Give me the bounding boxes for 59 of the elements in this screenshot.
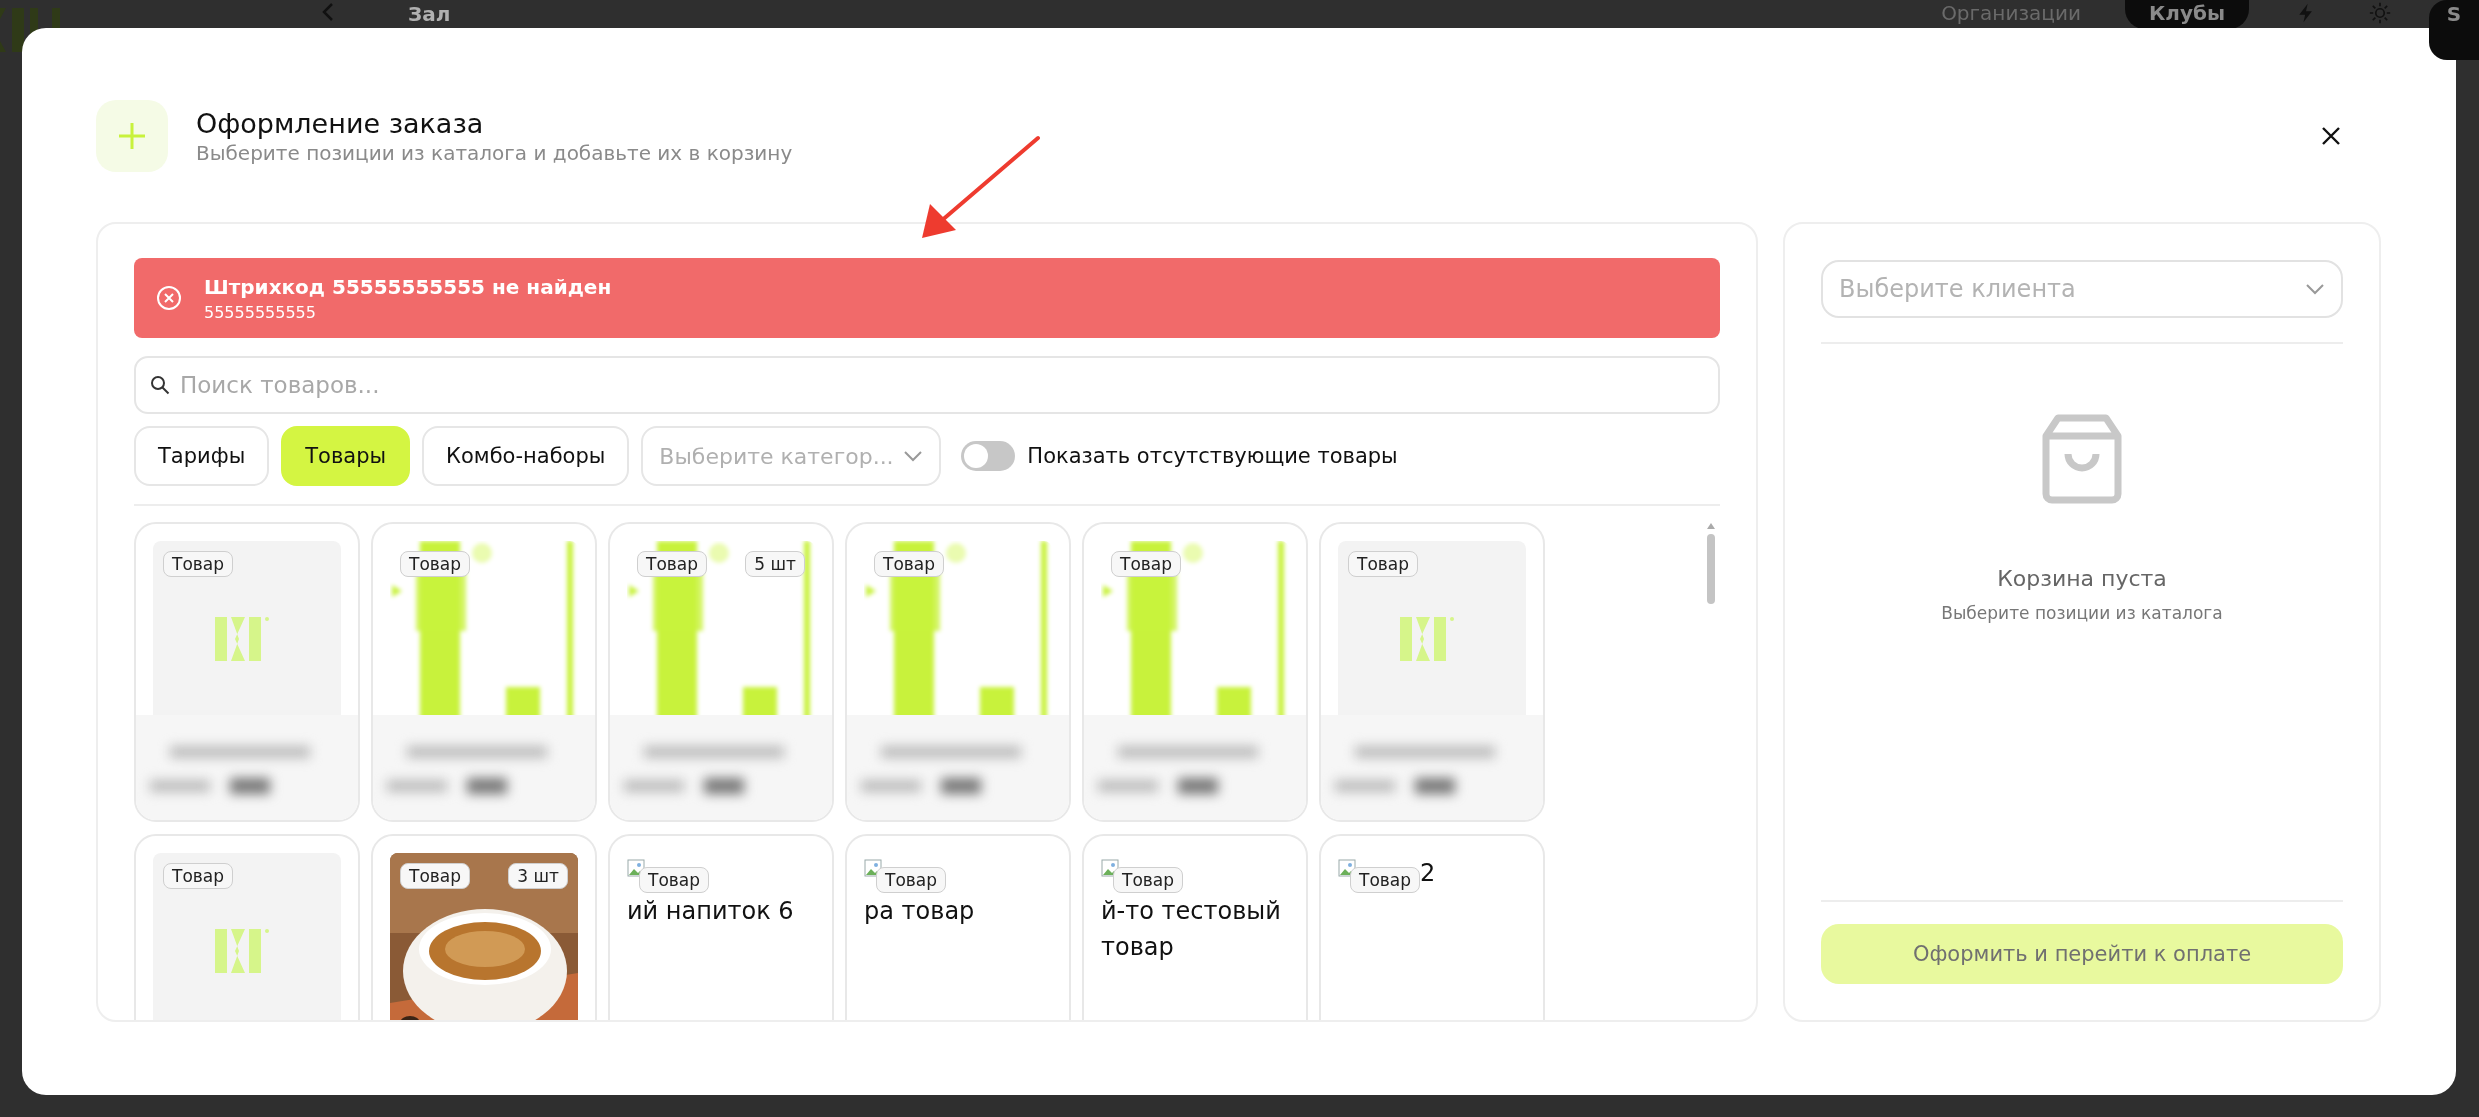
empty-cart-hint: Выберите позиции из каталога — [1941, 603, 2223, 623]
toggle-label: Показать отсутствующие товары — [1027, 444, 1398, 468]
product-card[interactable]: Товар 3 шт — [371, 834, 597, 1020]
tag: Товар — [1113, 867, 1183, 893]
product-card[interactable]: Товар — [1082, 522, 1308, 822]
image-alt-text: 2 — [1420, 858, 1436, 889]
search-icon — [150, 375, 170, 395]
alert-title: Штрихкод 55555555555 не найден — [204, 274, 612, 299]
scroll-up-icon[interactable] — [1706, 522, 1716, 530]
tag: Товар — [874, 551, 944, 577]
tag: Товар — [163, 551, 233, 577]
page-title: Зал — [408, 3, 451, 25]
product-card[interactable]: Товар 2 — [1319, 834, 1545, 1020]
plus-icon — [96, 100, 168, 172]
alert-detail: 55555555555 — [204, 302, 317, 322]
tag: Товар — [163, 863, 233, 889]
toggle-switch[interactable] — [961, 441, 1016, 471]
product-card[interactable]: Товар — [371, 522, 597, 822]
tag: Товар — [1350, 867, 1420, 893]
product-card[interactable]: Товар ра товар — [845, 834, 1071, 1020]
tab[interactable]: Тарифы — [134, 426, 270, 486]
broken-image-icon — [627, 859, 645, 877]
dialog-title: Оформление заказа — [196, 107, 485, 139]
tab[interactable]: Комбо-наборы — [422, 426, 630, 486]
avatar[interactable]: S — [2429, 0, 2479, 60]
broken-image-icon — [1101, 859, 1119, 877]
sun-icon[interactable] — [2369, 2, 2391, 24]
product-card[interactable]: Товар — [134, 834, 360, 1020]
broken-image-icon — [1338, 859, 1356, 877]
error-icon — [156, 285, 182, 311]
product-card[interactable]: Товар — [1319, 522, 1545, 822]
search-field[interactable]: Поиск товаров... — [134, 356, 1720, 414]
dialog-subtitle: Выберите позиции из каталога и добавьте их в корзину — [196, 140, 794, 165]
nav-tab[interactable]: Клубы — [2124, 0, 2249, 29]
scroll-thumb[interactable] — [1707, 534, 1715, 604]
product-card[interactable]: Товар — [845, 522, 1071, 822]
shopping-bag-icon — [2040, 414, 2124, 504]
product-card[interactable]: Товар ий напиток 6 — [608, 834, 834, 1020]
product-card[interactable]: Товар 5 шт — [608, 522, 834, 822]
image-alt-text: ий напиток 6 — [627, 896, 794, 927]
tag: 3 шт — [508, 863, 568, 889]
tag: Товар — [876, 867, 946, 893]
empty-cart-title: Корзина пуста — [1997, 566, 2167, 591]
tag: Товар — [637, 551, 707, 577]
broken-image-icon — [864, 859, 882, 877]
product-card[interactable]: Товар — [134, 522, 360, 822]
image-alt-text: ра товар — [864, 896, 975, 927]
chevron-icon — [903, 450, 924, 462]
close-icon[interactable] — [2320, 125, 2342, 147]
tab[interactable]: Товары — [281, 426, 411, 486]
image-alt-text: й-то тестовый товар — [1101, 896, 1282, 963]
tag: Товар — [1348, 551, 1418, 577]
tag: 5 шт — [745, 551, 805, 577]
chevron-icon — [2305, 283, 2325, 295]
tag: Товар — [400, 551, 470, 577]
tag: Товар — [639, 867, 709, 893]
tag: Товар — [400, 863, 470, 889]
product-card[interactable]: Товар й-то тестовый товар — [1082, 834, 1308, 1020]
tag: Товар — [1111, 551, 1181, 577]
